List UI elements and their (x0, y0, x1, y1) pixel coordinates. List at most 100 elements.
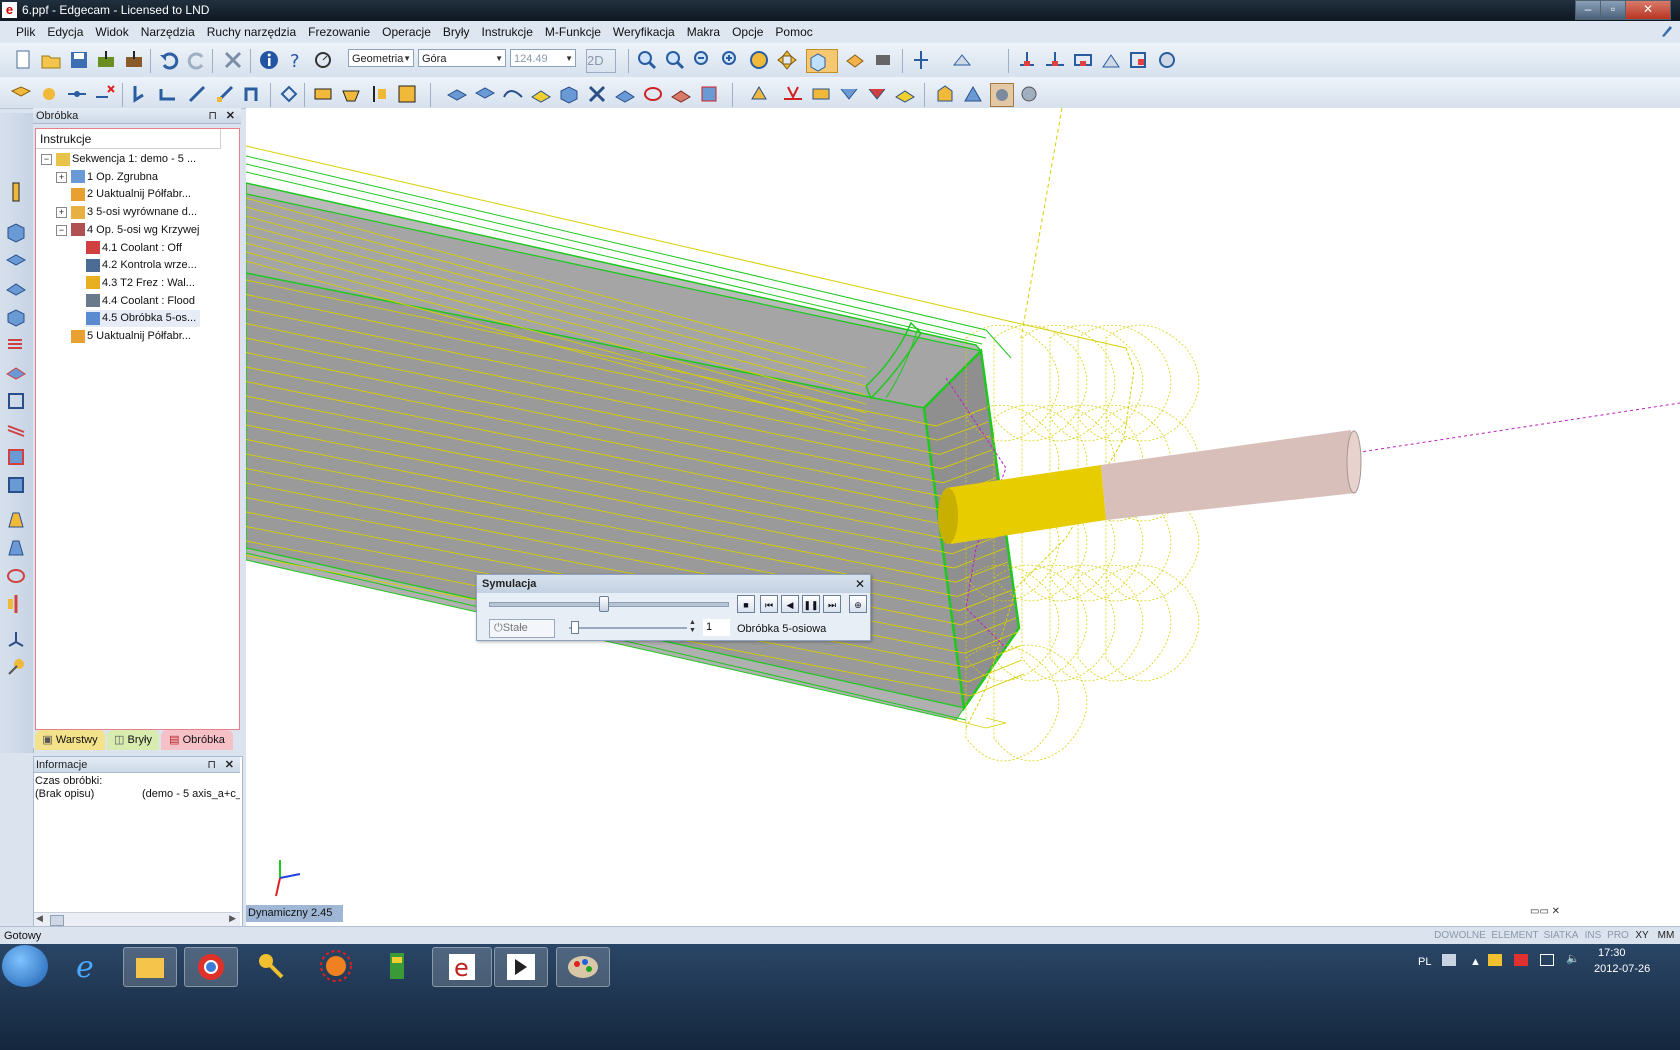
tool-cycle-1-icon[interactable] (1016, 49, 1038, 71)
plunge-icon[interactable] (186, 83, 208, 105)
internet-explorer-icon[interactable]: e (62, 947, 114, 985)
tree-item[interactable]: 5 Uaktualnij Półfabr... (71, 328, 191, 345)
keys-icon[interactable] (246, 947, 298, 985)
edgecam-app-icon[interactable]: e (2, 2, 17, 18)
export-icon[interactable] (124, 49, 146, 71)
flat-land-icon[interactable] (502, 83, 524, 105)
tree-item[interactable]: 4.5 Obróbka 5-os... (86, 310, 201, 328)
speed-mode-button[interactable]: ⏻Stałe (489, 619, 555, 638)
hole-cycle-icon[interactable] (340, 83, 362, 105)
tab-bryly[interactable]: ◫ Bryły (107, 730, 159, 750)
tree-expander[interactable]: + (56, 207, 67, 219)
tool-cycle-5-icon[interactable] (1128, 49, 1150, 71)
tree-item[interactable]: 3 5-osi wyrównane d... (71, 204, 197, 221)
axis-icon[interactable] (910, 49, 932, 71)
port-machining-icon[interactable] (866, 83, 888, 105)
home-icon[interactable] (242, 83, 264, 105)
solid-view-icon[interactable] (844, 49, 866, 71)
zoom-all-icon[interactable] (720, 49, 742, 71)
new-file-icon[interactable] (12, 49, 34, 71)
status-ins[interactable]: INS (1582, 928, 1604, 944)
cpl-icon[interactable] (950, 49, 972, 71)
mode-2d-button[interactable]: 2D (586, 49, 616, 73)
pan-icon[interactable] (776, 49, 798, 71)
status-dowolne[interactable]: DOWOLNE (1432, 928, 1488, 944)
rewind-icon[interactable]: ⏮ (760, 595, 778, 613)
tray-alert-icon[interactable] (1514, 954, 1528, 966)
machining-sequence-icon[interactable] (10, 83, 32, 105)
sun-app-icon[interactable] (310, 947, 362, 985)
step-back-icon[interactable]: ◀ (781, 595, 799, 613)
render-view-icon[interactable] (872, 49, 894, 71)
menu-item-7[interactable]: Bryły (437, 21, 476, 39)
menu-item-10[interactable]: Weryfikacja (607, 21, 681, 39)
status-element[interactable]: ELEMENT (1490, 928, 1540, 944)
rotate-icon[interactable] (748, 49, 770, 71)
clock-time[interactable]: 17:30 (1598, 947, 1626, 959)
hatch-icon[interactable] (5, 418, 28, 440)
close-icon[interactable]: ✕ (226, 108, 235, 124)
stock-icon[interactable] (5, 221, 28, 243)
tree-item[interactable]: 1 Op. Zgrubna (71, 169, 158, 186)
pocket-icon[interactable] (5, 278, 28, 300)
menu-item-6[interactable]: Operacje (376, 21, 437, 39)
mill-turn-icon[interactable] (782, 83, 804, 105)
undo-icon[interactable] (158, 49, 180, 71)
network-icon[interactable] (1540, 954, 1554, 966)
simulation-close-icon[interactable]: ✕ (855, 577, 865, 591)
status-pro[interactable]: PRO (1606, 928, 1630, 944)
tree-item[interactable]: 4.2 Kontrola wrze... (86, 257, 197, 274)
zoom-in-icon[interactable] (664, 49, 686, 71)
measure-icon[interactable] (312, 49, 334, 71)
menu-item-11[interactable]: Makra (681, 21, 726, 39)
turning-icon[interactable] (748, 83, 770, 105)
fast-forward-icon[interactable]: ⏭ (823, 595, 841, 613)
linear-move-icon[interactable] (130, 83, 152, 105)
graphics-viewport[interactable] (246, 108, 1680, 926)
close-button[interactable]: ✕ (1625, 0, 1671, 20)
pencil-mill-icon[interactable] (614, 83, 636, 105)
tree-item[interactable]: Sekwencja 1: demo - 5 ... (56, 151, 196, 168)
zoom-out-icon[interactable] (692, 49, 714, 71)
collision-check-icon[interactable] (990, 83, 1014, 107)
tab-obrobka[interactable]: ▤ Obróbka (161, 730, 233, 750)
menu-item-8[interactable]: Instrukcje (476, 21, 539, 39)
menu-item-12[interactable]: Opcje (726, 21, 769, 39)
minimize-button[interactable]: – (1575, 0, 1601, 20)
status-mm[interactable]: MM (1654, 928, 1678, 944)
pin-icon[interactable]: ⊓ (207, 757, 216, 773)
cutter-icon[interactable] (5, 509, 28, 531)
zoom-window-icon[interactable] (636, 49, 658, 71)
tool-change-icon[interactable] (38, 83, 60, 105)
menu-item-1[interactable]: Edycja (41, 21, 89, 39)
tree-item[interactable]: 4.1 Coolant : Off (86, 240, 182, 257)
rest-finishing-icon[interactable] (586, 83, 608, 105)
zoom-icon[interactable]: ⊕ (849, 595, 867, 613)
speed-slider[interactable] (569, 627, 687, 629)
menu-item-3[interactable]: Narzędzia (135, 21, 201, 39)
tab-warstwy[interactable]: ▣ Warstwy (35, 730, 105, 750)
view-combo[interactable]: Góra ▼ (418, 49, 506, 67)
horizontal-scrollbar[interactable]: ◀ ▶ (34, 912, 240, 927)
simulation-progress-thumb[interactable] (599, 596, 610, 612)
retract-icon[interactable] (214, 83, 236, 105)
profiling-icon[interactable] (474, 83, 496, 105)
tree-item[interactable]: 4.3 T2 Frez : Wal... (86, 275, 195, 292)
pin-icon[interactable]: ⊓ (208, 108, 217, 124)
status-siatka[interactable]: SIATKA (1542, 928, 1580, 944)
coil-icon[interactable] (5, 565, 28, 587)
tool-cycle-6-icon[interactable] (1156, 49, 1178, 71)
tree-expander[interactable]: − (56, 224, 67, 236)
roughing-icon[interactable] (446, 83, 468, 105)
clock-date[interactable]: 2012-07-26 (1594, 963, 1650, 975)
spiral-icon[interactable] (642, 83, 664, 105)
tray-expand-icon[interactable]: ▲ (1470, 956, 1481, 968)
holder-icon[interactable] (5, 537, 28, 559)
lines-icon[interactable] (5, 334, 28, 356)
tray-app-icon[interactable] (1488, 954, 1502, 966)
volume-icon[interactable]: 🔈 (1566, 952, 1580, 965)
cancel-move-icon[interactable] (94, 83, 116, 105)
feed-move-icon[interactable] (158, 83, 180, 105)
waveform-icon[interactable] (894, 83, 916, 105)
save-icon[interactable] (68, 49, 90, 71)
